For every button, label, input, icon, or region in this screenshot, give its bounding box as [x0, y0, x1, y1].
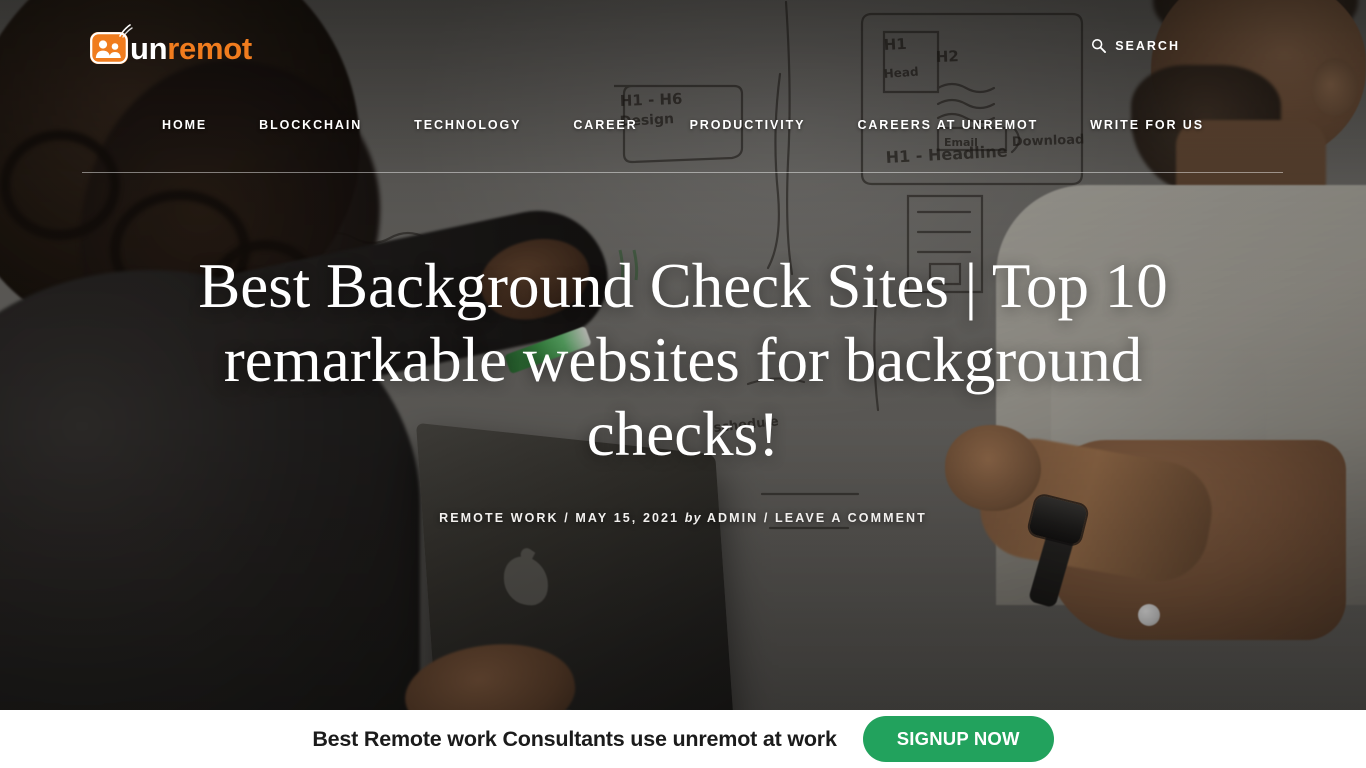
meta-separator-2: / — [763, 511, 770, 526]
nav-item-productivity[interactable]: PRODUCTIVITY — [664, 118, 832, 132]
logo-text-remot: remot — [167, 30, 252, 66]
promo-text: Best Remote work Consultants use unremot… — [312, 726, 837, 751]
promo-banner: Best Remote work Consultants use unremot… — [0, 710, 1366, 768]
meta-author[interactable]: ADMIN — [707, 511, 758, 525]
primary-navigation: HOME BLOCKCHAIN TECHNOLOGY CAREER PRODUC… — [0, 118, 1366, 132]
logo-wordmark: unremot — [130, 33, 252, 64]
signup-now-button[interactable]: SIGNUP NOW — [862, 716, 1054, 762]
signal-waves-icon — [116, 23, 134, 39]
meta-category[interactable]: REMOTE WORK — [439, 511, 559, 525]
nav-item-write-for-us[interactable]: WRITE FOR US — [1064, 118, 1230, 132]
entry-meta: REMOTE WORK / MAY 15, 2021 by ADMIN / LE… — [439, 511, 927, 525]
site-logo[interactable]: unremot — [90, 24, 252, 64]
search-toggle[interactable]: SEARCH — [1091, 38, 1180, 53]
nav-item-career[interactable]: CAREER — [547, 118, 663, 132]
meta-separator-1: / — [564, 511, 570, 526]
meta-by-word: by — [684, 511, 702, 526]
meta-comments-link[interactable]: LEAVE A COMMENT — [775, 511, 927, 525]
nav-item-technology[interactable]: TECHNOLOGY — [388, 118, 547, 132]
nav-item-blockchain[interactable]: BLOCKCHAIN — [233, 118, 388, 132]
nav-item-careers-at-unremot[interactable]: CAREERS AT UNREMOT — [831, 118, 1064, 132]
search-label: SEARCH — [1115, 38, 1180, 53]
page-title: Best Background Check Sites | Top 10 rem… — [198, 250, 1168, 470]
site-header: unremot SEARCH HOME BLOCKCHAIN TECHNOLOG… — [0, 0, 1366, 172]
header-divider — [82, 172, 1283, 173]
nav-item-home[interactable]: HOME — [136, 118, 233, 132]
meta-date: MAY 15, 2021 — [575, 511, 680, 526]
search-icon — [1091, 38, 1107, 53]
logo-text-un: un — [130, 30, 168, 66]
